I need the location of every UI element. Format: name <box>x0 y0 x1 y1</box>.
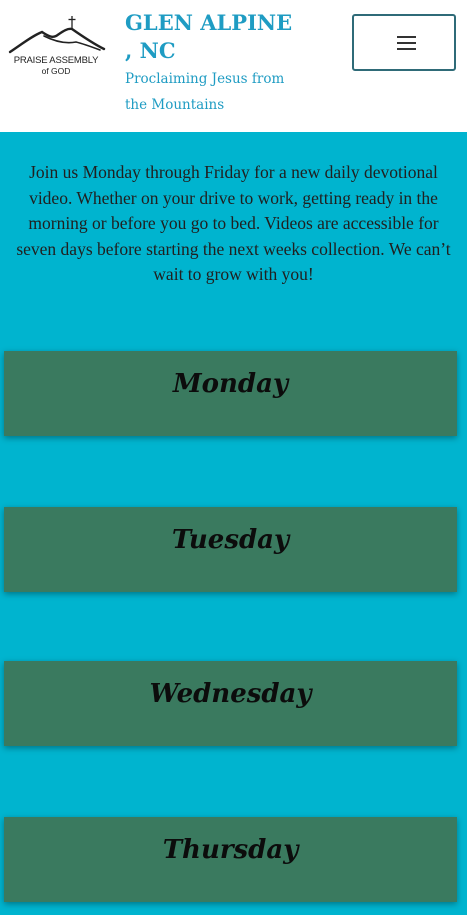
day-card-tuesday[interactable]: Tuesday <box>4 507 457 592</box>
site-tagline: Proclaiming Jesus from the Mountains <box>125 71 285 113</box>
logo-text-line2: of GOD <box>41 66 71 76</box>
hamburger-icon <box>397 42 416 44</box>
day-card-thursday[interactable]: Thursday <box>4 817 457 902</box>
mountain-cross-icon <box>8 16 106 54</box>
day-label: Tuesday <box>171 525 290 555</box>
church-logo[interactable]: PRAISE ASSEMBLY of GOD <box>4 14 108 80</box>
site-header: PRAISE ASSEMBLY of GOD GLEN ALPINE , NC … <box>0 0 467 132</box>
site-title[interactable]: GLEN ALPINE , NC <box>125 9 300 65</box>
hamburger-icon <box>397 48 416 50</box>
logo-text-line1: PRAISE ASSEMBLY <box>13 55 99 66</box>
day-label: Thursday <box>162 835 299 865</box>
day-label: Wednesday <box>149 679 312 709</box>
intro-text: Join us Monday through Friday for a new … <box>16 162 451 285</box>
day-card-wednesday[interactable]: Wednesday <box>4 661 457 746</box>
day-label: Monday <box>172 369 289 399</box>
day-card-monday[interactable]: Monday <box>4 351 457 436</box>
hamburger-icon <box>397 36 416 38</box>
menu-button[interactable] <box>352 14 456 71</box>
